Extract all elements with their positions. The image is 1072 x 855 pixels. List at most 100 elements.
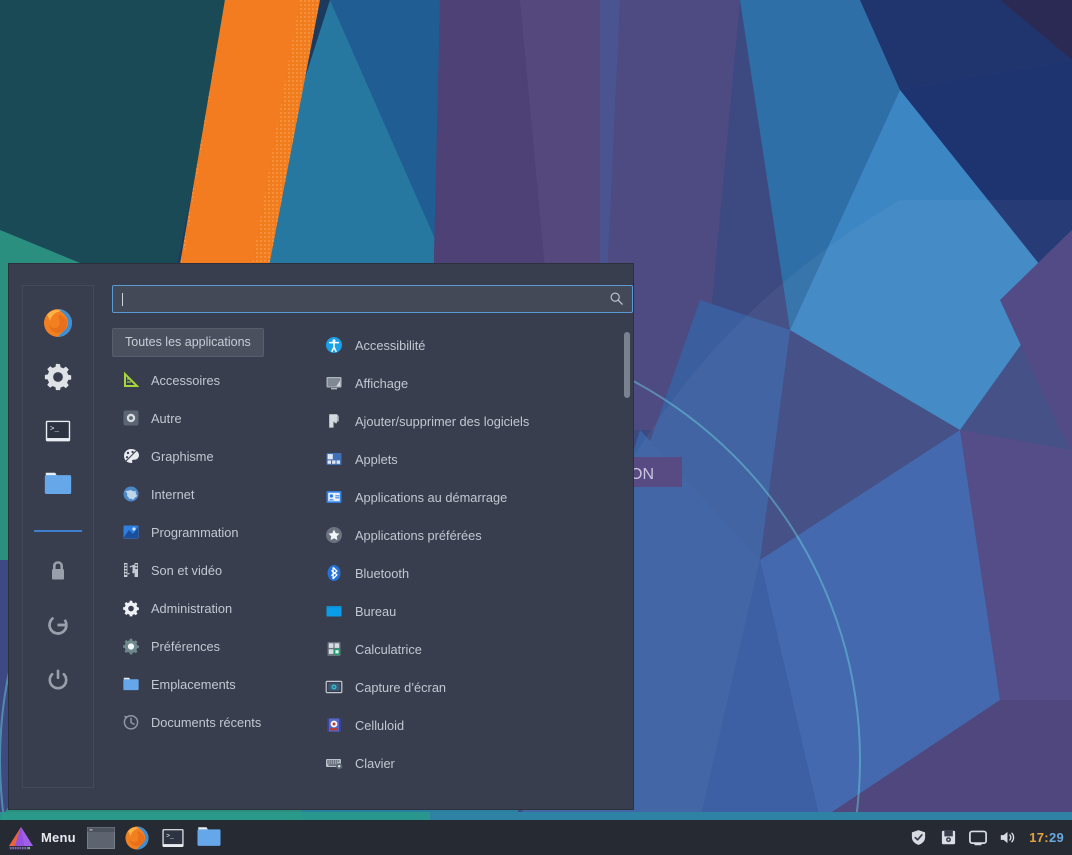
favorite-settings[interactable] (31, 350, 85, 404)
logout-icon (48, 615, 68, 635)
speaker-icon[interactable] (999, 829, 1017, 847)
app-item-applications-au-demarrage[interactable]: Applications au démarrage (325, 478, 619, 516)
session-log-out[interactable] (31, 598, 85, 652)
favorite-firefox[interactable] (31, 296, 85, 350)
favorite-files[interactable] (31, 458, 85, 512)
category-label: Emplacements (151, 676, 236, 692)
firefox-icon (125, 825, 149, 850)
code-icon (122, 523, 140, 541)
clock-minutes: 29 (1048, 830, 1064, 845)
category-label: Préférences (151, 638, 220, 654)
application-list-scrollbar[interactable] (621, 326, 633, 809)
gear-white-icon (122, 599, 140, 617)
svg-text:>_: >_ (166, 832, 174, 839)
search-icon[interactable] (609, 291, 624, 306)
category-all-applications[interactable]: Toutes les applications (112, 328, 264, 357)
app-item-accessibilite[interactable]: Accessibilité (325, 326, 619, 364)
celluloid-icon (325, 716, 343, 734)
gear-icon (44, 363, 72, 391)
scrollbar-thumb[interactable] (624, 332, 630, 398)
app-label: Clavier (355, 755, 395, 771)
category-label: Administration (151, 600, 233, 616)
category-item-programmation[interactable]: Programmation (112, 513, 312, 551)
clock-history-icon (122, 713, 140, 731)
window-list-item[interactable] (83, 820, 119, 855)
calculator-icon (325, 640, 343, 658)
power-icon (48, 669, 68, 690)
search-input[interactable] (112, 285, 633, 313)
drive-icon[interactable] (939, 829, 957, 847)
accessibility-icon (325, 336, 343, 354)
app-label: Affichage (355, 375, 409, 391)
category-item-son-et-video[interactable]: Son et vidéo (112, 551, 312, 589)
app-item-clavier[interactable]: Clavier (325, 744, 619, 782)
category-label: Documents récents (151, 714, 262, 730)
menu-sidebar: >_ (22, 285, 94, 788)
window-icon (86, 826, 115, 849)
app-label: Bluetooth (355, 565, 410, 581)
app-item-bluetooth[interactable]: Bluetooth (325, 554, 619, 592)
launcher-files[interactable] (191, 820, 227, 855)
category-label: Accessoires (151, 372, 220, 388)
category-item-emplacements[interactable]: Emplacements (112, 665, 312, 703)
text-caret (122, 292, 123, 306)
category-label: Programmation (151, 524, 239, 540)
folder-icon (44, 472, 72, 494)
bluetooth-icon (325, 564, 343, 582)
taskbar-panel[interactable]: Menu >_ 17:29 (0, 820, 1072, 855)
screen-icon[interactable] (969, 829, 988, 847)
launcher-firefox[interactable] (119, 820, 155, 855)
menu-button[interactable]: Menu (3, 821, 83, 854)
category-list: Toutes les applications Accessoires Autr… (112, 326, 312, 809)
software-icon (325, 412, 343, 430)
category-item-accessoires[interactable]: Accessoires (112, 361, 312, 399)
app-label: Applets (355, 451, 398, 467)
firefox-icon (44, 309, 72, 337)
star-icon (325, 526, 343, 544)
category-item-documents-recents[interactable]: Documents récents (112, 703, 312, 741)
category-item-internet[interactable]: Internet (112, 475, 312, 513)
application-menu-popup[interactable]: >_ Toutes les applications Accessoires A… (8, 263, 634, 810)
gear-teal-icon (122, 637, 140, 655)
clock[interactable]: 17:29 (1029, 830, 1064, 845)
session-lock-screen[interactable] (31, 544, 85, 598)
app-label: Applications au démarrage (355, 489, 508, 505)
category-label: Internet (151, 486, 195, 502)
clock-hours: 17 (1029, 830, 1045, 845)
keyboard-icon (325, 754, 343, 772)
menu-panes: Toutes les applications Accessoires Autr… (112, 326, 633, 809)
category-label: Son et vidéo (151, 562, 223, 578)
mint-logo-icon (9, 826, 33, 850)
startup-apps-icon (325, 488, 343, 506)
app-item-applications-preferees[interactable]: Applications préférées (325, 516, 619, 554)
favorite-terminal[interactable]: >_ (31, 404, 85, 458)
category-item-administration[interactable]: Administration (112, 589, 312, 627)
launcher-terminal[interactable]: >_ (155, 820, 191, 855)
application-list: Accessibilité Affichage Ajouter/supprime… (312, 326, 619, 809)
app-item-bureau[interactable]: Bureau (325, 592, 619, 630)
app-label: Calculatrice (355, 641, 422, 657)
app-item-applets[interactable]: Applets (325, 440, 619, 478)
app-item-calculatrice[interactable]: Calculatrice (325, 630, 619, 668)
app-item-ajouter-supprimer-logiciels[interactable]: Ajouter/supprimer des logiciels (325, 402, 619, 440)
sidebar-divider (34, 530, 82, 532)
ruler-icon (122, 371, 140, 389)
category-item-graphisme[interactable]: Graphisme (112, 437, 312, 475)
app-item-celluloid[interactable]: Celluloid (325, 706, 619, 744)
category-item-autre[interactable]: Autre (112, 399, 312, 437)
category-label: Autre (151, 410, 182, 426)
app-label: Bureau (355, 603, 397, 619)
app-item-capture-decran[interactable]: Capture d’écran (325, 668, 619, 706)
svg-text:>_: >_ (50, 426, 60, 434)
category-label: Graphisme (151, 448, 214, 464)
category-item-preferences[interactable]: Préférences (112, 627, 312, 665)
session-quit[interactable] (31, 652, 85, 706)
globe-icon (122, 485, 140, 503)
shield-check-icon[interactable] (909, 829, 927, 847)
folder-icon (197, 826, 221, 846)
app-item-affichage[interactable]: Affichage (325, 364, 619, 402)
folder-icon (122, 675, 140, 693)
app-label: Applications préférées (355, 527, 482, 543)
app-label: Celluloid (355, 717, 405, 733)
application-list-wrap: Accessibilité Affichage Ajouter/supprime… (312, 326, 633, 809)
